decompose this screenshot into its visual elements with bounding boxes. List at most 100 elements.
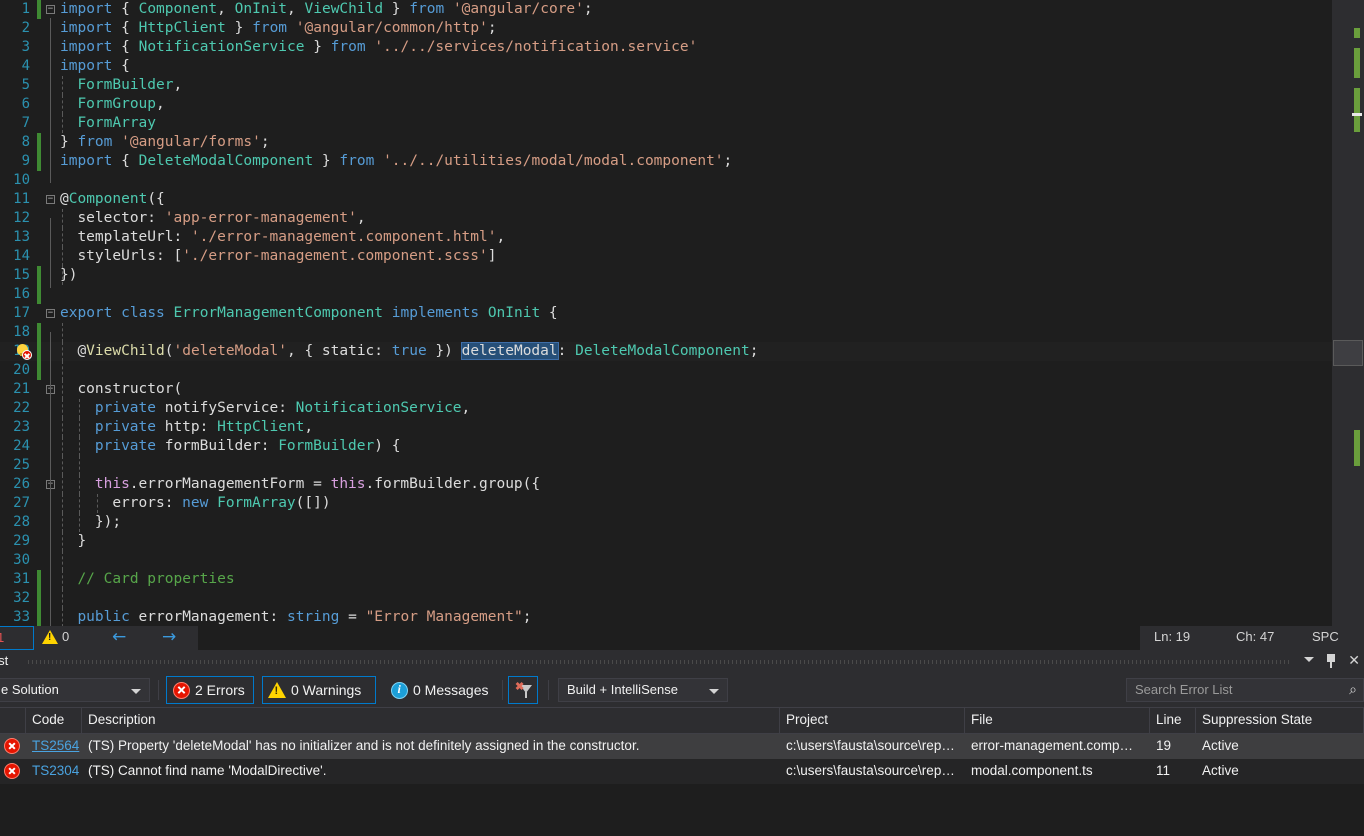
chevron-down-icon[interactable]: [1304, 657, 1314, 662]
column-header[interactable]: File: [965, 708, 1150, 734]
column-header[interactable]: [0, 708, 26, 734]
column-header[interactable]: Project: [780, 708, 965, 734]
code-line[interactable]: 28});: [0, 513, 1332, 532]
pin-icon[interactable]: [1324, 654, 1338, 668]
scope-filter-dropdown[interactable]: e Solution: [0, 678, 150, 702]
line-number: 24: [13, 438, 30, 454]
code-line[interactable]: 24 private formBuilder: FormBuilder) {: [0, 437, 1332, 456]
code-line[interactable]: 1 − import { Component, OnInit, ViewChild …: [0, 0, 1332, 19]
code-lines-container[interactable]: 1− import { Component, OnInit, ViewChild …: [0, 0, 1332, 628]
code-token: from: [409, 1, 445, 17]
fold-toggle-icon[interactable]: −: [46, 309, 55, 318]
code-token: ,: [356, 210, 366, 226]
code-line[interactable]: 4 import {: [0, 57, 1332, 76]
fold-toggle-icon[interactable]: −: [46, 5, 55, 14]
code-line[interactable]: 19@ViewChild('deleteModal', { static: tr…: [0, 342, 1332, 361]
code-token: '../../utilities/modal/modal.component': [383, 153, 724, 169]
table-row[interactable]: TS2564 (TS) Property 'deleteModal' has no…: [0, 734, 1364, 759]
errors-filter-label: 2 Errors: [195, 682, 245, 698]
code-line[interactable]: 8 } from '@angular/forms';: [0, 133, 1332, 152]
code-line[interactable]: 32: [0, 589, 1332, 608]
close-icon[interactable]: ✕: [1348, 652, 1360, 669]
search-error-list-box[interactable]: Search Error List ⌕: [1126, 678, 1364, 702]
error-line-number: 11: [1156, 763, 1171, 778]
indent-guide: [79, 437, 81, 456]
code-line[interactable]: 15}): [0, 266, 1332, 285]
code-token: true: [391, 343, 427, 359]
indent-guide: [62, 589, 63, 608]
error-list-title-bar[interactable]: List ✕: [0, 650, 1364, 672]
code-line[interactable]: 11 − @Component({: [0, 190, 1332, 209]
build-filter-dropdown[interactable]: Build + IntelliSense: [558, 678, 728, 702]
error-count-focus-box[interactable]: 1: [0, 626, 34, 650]
code-line[interactable]: 21−constructor(: [0, 380, 1332, 399]
status-indent-mode: SPC: [1312, 629, 1339, 644]
search-icon[interactable]: ⌕: [1349, 682, 1357, 698]
indent-guide: [62, 570, 63, 589]
indent-guide: [62, 95, 63, 114]
code-line[interactable]: 14 styleUrls: ['./error-management.compon…: [0, 247, 1332, 266]
line-number: 22: [13, 400, 30, 416]
code-line[interactable]: 7 FormArray: [0, 114, 1332, 133]
next-error-arrow-icon[interactable]: →: [162, 627, 176, 647]
code-line[interactable]: 18: [0, 323, 1332, 342]
code-line[interactable]: 20: [0, 361, 1332, 380]
code-line[interactable]: 10: [0, 171, 1332, 190]
code-token: }: [383, 1, 410, 17]
code-token: ;: [749, 343, 759, 359]
code-text: // Card properties: [77, 570, 234, 589]
error-description: (TS) Cannot find name 'ModalDirective'.: [88, 763, 327, 778]
messages-filter-button[interactable]: 0 Messages: [384, 676, 496, 704]
errors-filter-button[interactable]: 2 Errors: [166, 676, 254, 704]
column-header[interactable]: Description: [82, 708, 780, 734]
column-header[interactable]: Line: [1150, 708, 1196, 734]
error-code-link[interactable]: TS2564: [32, 738, 80, 753]
code-line[interactable]: 3 import { NotificationService } from '..…: [0, 38, 1332, 57]
code-line[interactable]: 27 errors: new FormArray([]): [0, 494, 1332, 513]
code-line[interactable]: 22 private notifyService: NotificationSer…: [0, 399, 1332, 418]
scrollbar-thumb[interactable]: [1333, 340, 1363, 366]
code-token: DeleteModalComponent: [138, 153, 314, 169]
code-line[interactable]: 29}: [0, 532, 1332, 551]
error-code-link[interactable]: TS2304: [32, 763, 80, 778]
code-line[interactable]: 16: [0, 285, 1332, 304]
code-line[interactable]: 6 FormGroup,: [0, 95, 1332, 114]
column-header[interactable]: Code: [26, 708, 82, 734]
code-line[interactable]: 2 import { HttpClient } from '@angular/co…: [0, 19, 1332, 38]
table-row[interactable]: TS2304 (TS) Cannot find name 'ModalDirect…: [0, 759, 1364, 784]
error-navigation-group[interactable]: 1 0 ← →: [0, 626, 198, 650]
code-token: import: [60, 20, 113, 36]
code-line[interactable]: 9 import { DeleteModalComponent } from '.…: [0, 152, 1332, 171]
code-token: @: [60, 191, 69, 207]
fold-toggle-icon[interactable]: −: [46, 195, 55, 204]
code-line[interactable]: 33 public errorManagement: string = "Erro…: [0, 608, 1332, 627]
column-header[interactable]: Suppression State: [1196, 708, 1364, 734]
code-token: NotificationService: [295, 400, 462, 416]
code-line[interactable]: 13 templateUrl: './error-management.compo…: [0, 228, 1332, 247]
line-number: 17: [13, 305, 30, 321]
indent-guide: [62, 247, 63, 266]
error-list-rows[interactable]: TS2564 (TS) Property 'deleteModal' has no…: [0, 734, 1364, 836]
line-number: 32: [13, 590, 30, 606]
line-number: 8: [21, 134, 30, 150]
code-line[interactable]: 25: [0, 456, 1332, 475]
code-token: ,: [304, 419, 314, 435]
code-line[interactable]: 17 − export class ErrorManagementComponent…: [0, 304, 1332, 323]
code-editor[interactable]: 1− import { Component, OnInit, ViewChild …: [0, 0, 1364, 628]
warnings-filter-button[interactable]: 0 Warnings: [262, 676, 376, 704]
code-line[interactable]: 31 // Card properties: [0, 570, 1332, 589]
chevron-down-icon: [131, 689, 141, 694]
line-number: 29: [13, 533, 30, 549]
code-line[interactable]: 26−this.errorManagementForm = this.formB…: [0, 475, 1332, 494]
clear-filter-button[interactable]: ✖: [508, 676, 538, 704]
code-line[interactable]: 5 FormBuilder,: [0, 76, 1332, 95]
lightbulb-quickfix-icon[interactable]: [16, 344, 32, 360]
code-line[interactable]: 30: [0, 551, 1332, 570]
line-number: 9: [21, 153, 30, 169]
code-token: ;: [583, 1, 593, 17]
editor-vertical-scrollbar[interactable]: [1332, 0, 1364, 628]
prev-error-arrow-icon[interactable]: ←: [112, 627, 126, 647]
code-line[interactable]: 12 selector: 'app-error-management',: [0, 209, 1332, 228]
code-text: } from '@angular/forms';: [60, 133, 270, 152]
code-line[interactable]: 23 private http: HttpClient,: [0, 418, 1332, 437]
